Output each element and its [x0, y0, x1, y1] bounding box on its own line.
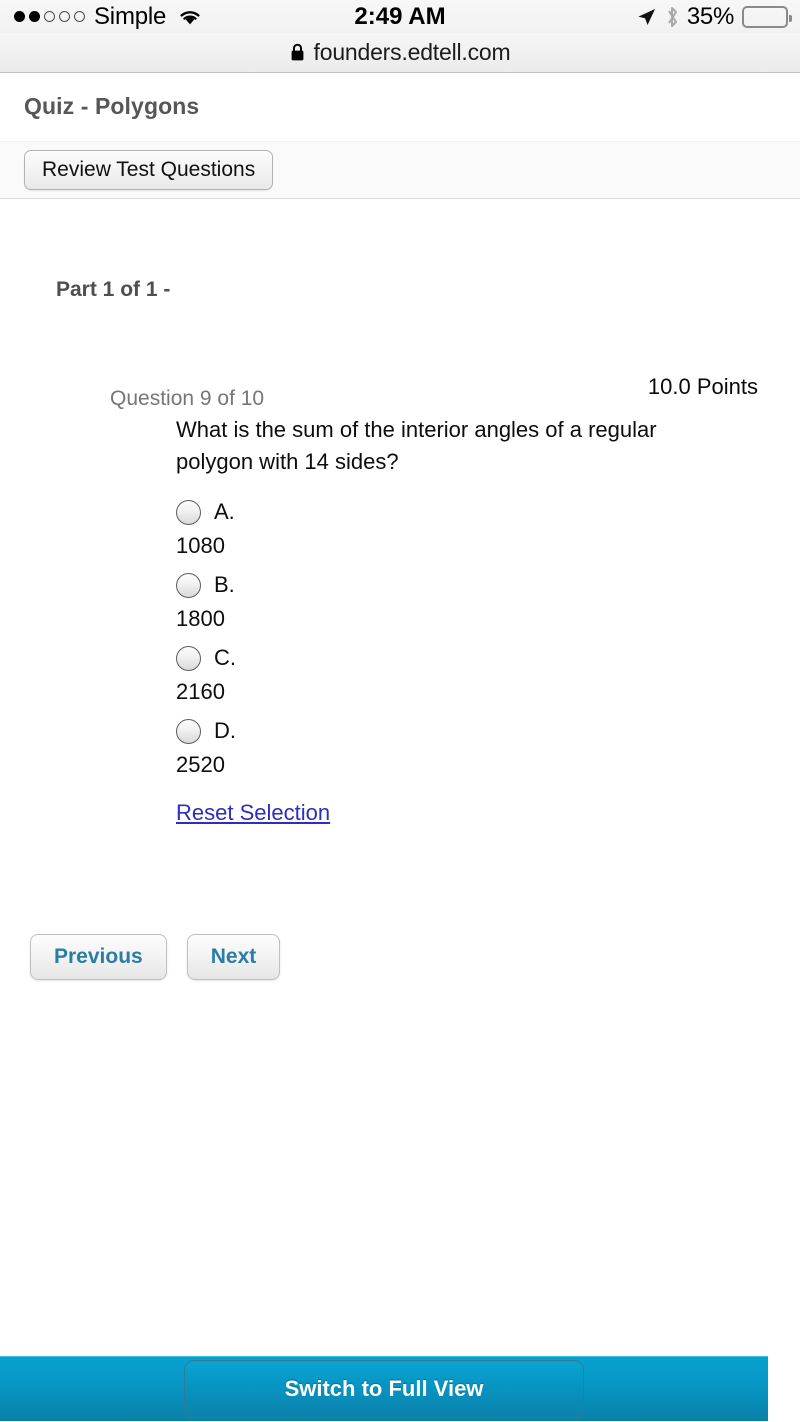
- review-test-questions-button[interactable]: Review Test Questions: [24, 150, 274, 190]
- answer-option-d-head[interactable]: D.: [176, 713, 776, 749]
- reset-selection-link[interactable]: Reset Selection: [176, 800, 330, 826]
- answer-option-a-head[interactable]: A.: [176, 494, 776, 530]
- answer-option-a-value: 1080: [176, 533, 225, 558]
- page-content: Quiz - Polygons Review Test Questions Pa…: [0, 73, 800, 1421]
- answer-option-b-letter: B.: [214, 572, 235, 597]
- question-block: Question 9 of 10 10.0 Points What is the…: [0, 374, 800, 826]
- answer-option-c[interactable]: C. 2160: [176, 640, 776, 705]
- answer-option-b[interactable]: B. 1800: [176, 567, 776, 632]
- url-label: founders.edtell.com: [313, 39, 511, 65]
- battery-percent-label: 35%: [686, 2, 734, 30]
- answer-option-a-letter: A.: [214, 499, 235, 524]
- question-number-label: Question 9 of 10: [110, 387, 265, 410]
- answer-option-b-value: 1800: [176, 606, 225, 631]
- status-bar-left: Simple: [14, 3, 203, 31]
- ios-status-bar: Simple 2:49 AM 35%: [0, 0, 800, 33]
- switch-to-full-view-button[interactable]: Switch to Full View: [184, 1360, 584, 1418]
- answer-option-b-head[interactable]: B.: [176, 567, 776, 603]
- answer-option-c-letter: C.: [214, 645, 236, 670]
- wifi-icon: [180, 10, 200, 24]
- radio-button-b[interactable]: [176, 572, 201, 598]
- status-bar-right: 35%: [635, 0, 792, 33]
- answer-option-c-head[interactable]: C.: [176, 640, 776, 676]
- answer-option-d-value: 2520: [176, 752, 225, 777]
- clock-label: 2:49 AM: [354, 2, 446, 30]
- quiz-toolbar: Review Test Questions: [0, 141, 800, 199]
- signal-strength-icon: [14, 11, 85, 22]
- question-text: What is the sum of the interior angles o…: [176, 417, 657, 474]
- battery-icon: [742, 5, 792, 28]
- page-title: Quiz - Polygons: [24, 93, 200, 119]
- lock-icon: [291, 43, 303, 61]
- radio-button-c[interactable]: [176, 645, 201, 671]
- quiz-navigation: Previous Next: [30, 934, 800, 980]
- bluetooth-icon: [668, 6, 677, 27]
- question-header: Question 9 of 10 10.0 Points: [110, 374, 776, 414]
- answer-option-d-letter: D.: [214, 718, 236, 743]
- question-body: What is the sum of the interior angles o…: [176, 414, 776, 826]
- radio-button-a[interactable]: [176, 499, 201, 525]
- next-button[interactable]: Next: [186, 934, 281, 980]
- carrier-label: Simple: [94, 2, 167, 30]
- answer-options-list: A. 1080 B. 1800 C. 2160 D. 2520: [176, 494, 776, 778]
- previous-button[interactable]: Previous: [30, 934, 167, 980]
- answer-option-d[interactable]: D. 2520: [176, 713, 776, 778]
- part-label: Part 1 of 1 -: [56, 278, 171, 301]
- radio-button-d[interactable]: [176, 718, 201, 744]
- browser-url-bar[interactable]: founders.edtell.com: [0, 33, 800, 73]
- answer-option-c-value: 2160: [176, 679, 225, 704]
- location-arrow-icon: [638, 8, 655, 25]
- bottom-action-bar: Switch to Full View: [0, 1356, 768, 1421]
- answer-option-a[interactable]: A. 1080: [176, 494, 776, 559]
- question-points-label: 10.0 Points: [647, 374, 758, 399]
